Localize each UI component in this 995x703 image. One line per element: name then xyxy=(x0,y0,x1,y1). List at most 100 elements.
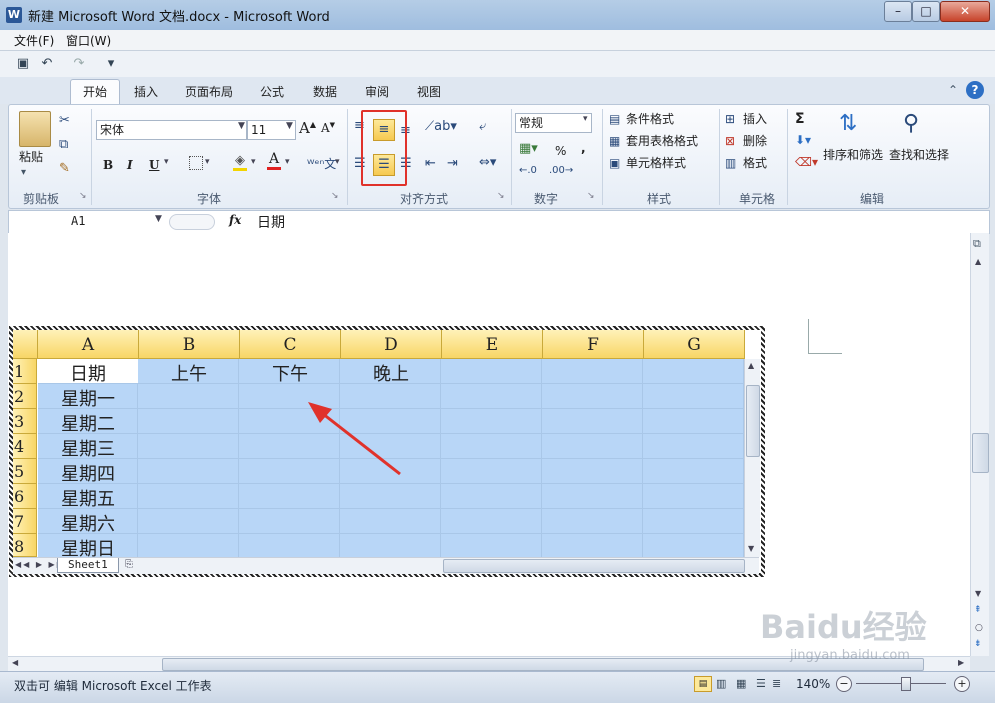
format-painter-icon[interactable]: ✎ xyxy=(59,161,70,176)
insert-sheet-icon[interactable]: ⎘ xyxy=(125,559,133,570)
draft-view-icon[interactable]: ≣ xyxy=(772,677,781,690)
cell-a2[interactable]: 星期一 xyxy=(38,385,138,411)
cell-c1[interactable]: 下午 xyxy=(240,360,340,386)
zoom-level[interactable]: 140% xyxy=(796,677,830,691)
ruler-toggle-icon[interactable]: ⧉ xyxy=(973,237,981,251)
italic-button[interactable]: I xyxy=(127,155,133,175)
format-as-table-button[interactable]: 套用表格格式 xyxy=(626,131,698,151)
autosum-button[interactable]: Σ xyxy=(795,109,805,129)
find-select-button[interactable]: 查找和选择 xyxy=(889,145,949,165)
conditional-format-icon[interactable]: ▤ xyxy=(609,112,620,126)
borders-icon[interactable] xyxy=(189,156,203,170)
next-page-icon[interactable]: ⇟ xyxy=(974,639,982,649)
word-app-icon[interactable]: W xyxy=(6,7,22,23)
column-header-d[interactable]: D xyxy=(341,330,442,359)
close-button[interactable]: ✕ xyxy=(940,1,990,22)
print-layout-view-icon[interactable]: ▤ xyxy=(694,676,712,692)
format-cells-button[interactable]: 格式 xyxy=(743,153,767,173)
cell-b1[interactable]: 上午 xyxy=(139,360,239,386)
accounting-format-icon[interactable]: ▦▾ xyxy=(519,141,538,156)
row-header-6[interactable]: 6 xyxy=(13,484,37,509)
scroll-thumb[interactable] xyxy=(972,433,989,473)
save-icon[interactable]: ▣ xyxy=(14,55,32,73)
scroll-thumb[interactable] xyxy=(746,385,760,457)
column-header-f[interactable]: F xyxy=(543,330,644,359)
clear-icon[interactable]: ⌫▾ xyxy=(795,155,818,169)
column-header-g[interactable]: G xyxy=(644,330,745,359)
comma-button[interactable]: , xyxy=(581,138,586,158)
column-header-a[interactable]: A xyxy=(38,330,139,359)
tab-page-layout[interactable]: 页面布局 xyxy=(178,81,240,103)
document-vertical-scrollbar[interactable]: ⧉ ▲ ▼ ⇞ ○ ⇟ xyxy=(970,233,989,656)
select-browse-object-icon[interactable]: ○ xyxy=(975,623,983,633)
row-header-4[interactable]: 4 xyxy=(13,434,37,459)
chevron-down-icon[interactable]: ▾ xyxy=(164,157,169,167)
chevron-down-icon[interactable]: ▾ xyxy=(205,157,210,167)
chevron-down-icon[interactable]: ▼ xyxy=(286,121,293,131)
zoom-out-icon[interactable]: − xyxy=(836,676,852,692)
tab-review[interactable]: 审阅 xyxy=(357,81,397,103)
insert-function-icon[interactable]: fx xyxy=(229,213,241,227)
scroll-up-icon[interactable]: ▲ xyxy=(975,257,981,266)
cell-a1[interactable]: 日期 xyxy=(38,360,138,386)
find-select-icon[interactable]: ⚲ xyxy=(903,111,919,136)
cell-a4[interactable]: 星期三 xyxy=(38,435,138,461)
cell-a3[interactable]: 星期二 xyxy=(38,410,138,436)
help-icon[interactable]: ? xyxy=(966,81,984,99)
delete-cells-icon[interactable]: ⊠ xyxy=(725,134,735,148)
customize-qat-icon[interactable]: ▾ xyxy=(102,55,120,73)
formula-input[interactable]: 日期 xyxy=(257,212,285,232)
cell-a6[interactable]: 星期五 xyxy=(38,485,138,511)
clipboard-launcher-icon[interactable]: ↘ xyxy=(79,191,87,201)
scroll-up-icon[interactable]: ▲ xyxy=(748,361,754,370)
menu-window[interactable]: 窗口(W) xyxy=(66,32,111,49)
increase-indent-icon[interactable]: ⇥ xyxy=(447,156,458,171)
row-header-1[interactable]: 1 xyxy=(13,359,37,384)
undo-icon[interactable]: ↶ xyxy=(38,55,56,73)
outline-view-icon[interactable]: ☰ xyxy=(756,677,766,690)
column-header-e[interactable]: E xyxy=(442,330,543,359)
scroll-down-icon[interactable]: ▼ xyxy=(748,544,754,553)
paste-dropdown-icon[interactable]: ▾ xyxy=(21,167,26,178)
row-header-8[interactable]: 8 xyxy=(13,534,37,557)
decrease-indent-icon[interactable]: ⇤ xyxy=(425,156,436,171)
underline-button[interactable]: U xyxy=(149,155,159,175)
zoom-in-icon[interactable]: + xyxy=(954,676,970,692)
select-all-corner[interactable] xyxy=(13,330,38,359)
font-launcher-icon[interactable]: ↘ xyxy=(331,191,339,201)
sort-filter-icon[interactable]: ⇅ xyxy=(839,111,857,136)
table-style-icon[interactable]: ▦ xyxy=(609,134,620,148)
shrink-font-icon[interactable]: A▼ xyxy=(321,121,335,135)
paste-button-label[interactable]: 粘贴 xyxy=(19,147,43,167)
increase-decimal-icon[interactable]: ←.0 xyxy=(519,165,537,176)
chevron-down-icon[interactable]: ▼ xyxy=(238,121,245,131)
tab-insert[interactable]: 插入 xyxy=(126,81,166,103)
redo-icon[interactable]: ↷ xyxy=(70,55,88,73)
sort-filter-button[interactable]: 排序和筛选 xyxy=(823,145,883,165)
cell-style-icon[interactable]: ▣ xyxy=(609,156,620,170)
row-header-7[interactable]: 7 xyxy=(13,509,37,534)
chevron-down-icon[interactable]: ▾ xyxy=(583,114,588,124)
copy-icon[interactable]: ⧉ xyxy=(59,137,68,152)
row-header-3[interactable]: 3 xyxy=(13,409,37,434)
grow-font-icon[interactable]: A▲ xyxy=(299,119,316,137)
sheet-vertical-scrollbar[interactable]: ▲ ▼ xyxy=(744,359,760,557)
full-screen-view-icon[interactable]: ▥ xyxy=(716,677,726,690)
maximize-button[interactable]: □ xyxy=(912,1,940,22)
chevron-down-icon[interactable]: ▾ xyxy=(335,157,340,167)
collapse-ribbon-icon[interactable]: ⌃ xyxy=(948,83,958,97)
orientation-icon[interactable]: ⟋ab▾ xyxy=(425,119,457,134)
font-color-icon[interactable]: A xyxy=(267,151,281,170)
wrap-text-icon[interactable]: ⤶ xyxy=(479,119,486,134)
row-header-5[interactable]: 5 xyxy=(13,459,37,484)
percent-button[interactable]: % xyxy=(555,141,566,161)
formula-bar-splitter[interactable] xyxy=(169,214,215,230)
minimize-button[interactable]: – xyxy=(884,1,912,22)
sheet-tab-sheet1[interactable]: Sheet1 xyxy=(57,558,119,573)
insert-cells-icon[interactable]: ⊞ xyxy=(725,112,735,126)
scroll-left-icon[interactable]: ◀ xyxy=(12,658,18,667)
number-format-select[interactable]: 常规 xyxy=(515,113,592,133)
cell-d1[interactable]: 晚上 xyxy=(341,360,441,386)
insert-cells-button[interactable]: 插入 xyxy=(743,109,767,129)
chevron-down-icon[interactable]: ▾ xyxy=(285,157,290,167)
